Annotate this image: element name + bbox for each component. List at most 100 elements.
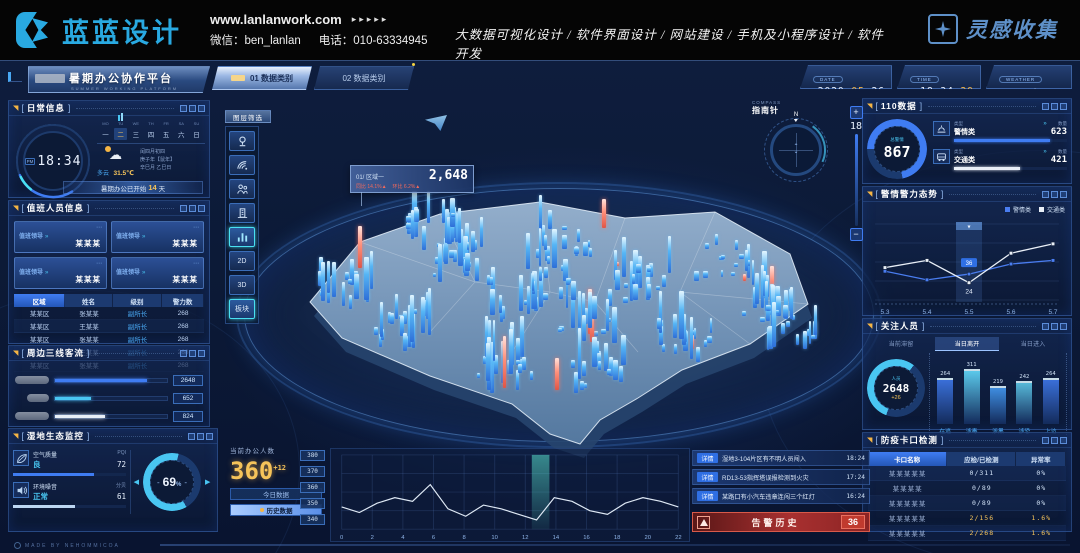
map-bar (526, 233, 530, 268)
panel-expand-icon[interactable] (1060, 437, 1067, 444)
layer-button-板块[interactable]: 板块 (229, 299, 255, 319)
svg-text:22: 22 (675, 535, 682, 541)
alert-detail-button[interactable]: 详情 (697, 472, 718, 482)
map-bar (438, 244, 441, 282)
column-header[interactable]: 姓名 (65, 294, 113, 307)
y-tick: 380 (300, 450, 325, 461)
column-header[interactable]: 级别 (113, 294, 162, 307)
panel-passenger-flow: ◥[ 周边三线客流 ] 2648652824 (8, 345, 210, 427)
checkpoint-row: 某某某某某2/2681.6% (868, 526, 1066, 541)
map-bar (552, 229, 557, 268)
alert-detail-button[interactable]: 详情 (697, 491, 718, 501)
focus-tab[interactable]: 当前滞留 (869, 337, 933, 351)
panel-minimize-icon[interactable] (180, 350, 187, 357)
layer-button-2D[interactable]: 2D (229, 251, 255, 271)
chevron-icon: » (1043, 121, 1046, 137)
compass-dial[interactable]: N ⌃⌄ (764, 118, 828, 182)
collect-label: 灵感收集 (966, 14, 1058, 44)
map-bar (580, 381, 584, 390)
alert-row[interactable]: 详情RD13-53指挥塔误报检测到火灾17:24 (692, 469, 870, 485)
duty-leader-card[interactable]: 值班领导»⋯某某某 (14, 221, 107, 253)
inspiration-collect[interactable]: 灵感收集 (928, 14, 1058, 44)
layer-button-building[interactable] (229, 203, 255, 223)
panel-expand-icon[interactable] (1060, 323, 1067, 330)
panel-popout-icon[interactable] (1051, 437, 1058, 444)
map-bar (582, 315, 585, 341)
layer-button-signal[interactable] (229, 155, 255, 175)
map-bar (433, 273, 436, 277)
map-bar (558, 328, 562, 333)
panel-eco-monitor: ◥[ 湿地生态监控 ] 空气质量PQI良72环境噪音分贝正常61 ◀ - 69%… (8, 428, 218, 532)
website-link[interactable]: www.lanlanwork.com (210, 12, 342, 27)
gauge-value: 867 (883, 143, 910, 161)
map-bar (690, 317, 693, 359)
gauge-left-arrow-icon[interactable]: ◀ (134, 478, 139, 486)
gauge-right-arrow-icon[interactable]: ▶ (205, 478, 210, 486)
focus-tab[interactable]: 当日离开 (935, 337, 999, 351)
panel-minimize-icon[interactable] (1042, 103, 1049, 110)
map-bar (539, 195, 542, 230)
zoom-slider[interactable] (855, 134, 858, 226)
map-bar (703, 271, 708, 278)
data-category-tab[interactable]: 02 数据类别 (314, 66, 414, 90)
map-bar (332, 262, 336, 296)
map-marker-icon[interactable] (425, 115, 447, 131)
duty-leader-card[interactable]: 值班领导»⋯某某某 (14, 257, 107, 289)
panel-popout-icon[interactable] (197, 433, 204, 440)
alert-row[interactable]: 详情某路口有小汽车违章连闯三个红灯16:24 (692, 488, 870, 504)
layer-button-people[interactable] (229, 179, 255, 199)
type-name: 警情类 (954, 127, 1039, 137)
zoom-out-button[interactable]: − (850, 228, 863, 241)
panel-popout-icon[interactable] (189, 105, 196, 112)
layer-button-camera[interactable] (229, 131, 255, 151)
column-header[interactable]: 警力数 (162, 294, 204, 307)
legend-label: 警情类 (1013, 205, 1031, 214)
alert-row[interactable]: 详情湿地3-104片区有不明人员闯入18:24 (692, 450, 870, 466)
focus-bar-item: 311涉毒 (964, 362, 980, 435)
panel-minimize-icon[interactable] (1042, 437, 1049, 444)
panel-minimize-icon[interactable] (188, 433, 195, 440)
column-header[interactable]: 卡口名称 (868, 452, 947, 466)
focus-tab[interactable]: 当日进入 (1001, 337, 1065, 351)
bar-value: 264 (940, 371, 950, 377)
alert-history-banner[interactable]: 告警历史 36 (692, 512, 870, 532)
panel-expand-icon[interactable] (1060, 103, 1067, 110)
map-bar (490, 289, 495, 315)
duty-leader-card[interactable]: 值班领导»⋯某某某 (111, 257, 204, 289)
map-bar (766, 305, 770, 312)
eco-value: 72 (117, 460, 126, 469)
map-bar (735, 240, 738, 250)
map-bar (606, 299, 609, 331)
svg-text:24: 24 (965, 289, 973, 296)
panel-expand-icon[interactable] (198, 205, 205, 212)
panel-minimize-icon[interactable] (180, 205, 187, 212)
column-header[interactable]: 异常率 (1016, 452, 1066, 466)
panel-expand-icon[interactable] (198, 350, 205, 357)
data-category-tab[interactable]: 01 数据类别 (212, 66, 312, 90)
progress-bar (954, 167, 1067, 170)
layer-button-chart[interactable] (229, 227, 255, 247)
panel-expand-icon[interactable] (1060, 191, 1067, 198)
panel-minimize-icon[interactable] (180, 105, 187, 112)
panel-expand-icon[interactable] (198, 105, 205, 112)
layer-button-3D[interactable]: 3D (229, 275, 255, 295)
panel-minimize-icon[interactable] (1042, 323, 1049, 330)
weather-widget: WEATHER 多云 ☁ (986, 65, 1072, 89)
map-bar (442, 199, 445, 222)
panel-title: 湿地生态监控 (27, 430, 84, 442)
panel-popout-icon[interactable] (1051, 191, 1058, 198)
panel-popout-icon[interactable] (1051, 103, 1058, 110)
duty-leader-card[interactable]: 值班领导»⋯某某某 (111, 221, 204, 253)
column-header[interactable]: 应检/已检测 (947, 452, 1016, 466)
warning-icon (697, 516, 710, 529)
panel-popout-icon[interactable] (1051, 323, 1058, 330)
alert-detail-button[interactable]: 详情 (697, 453, 718, 463)
chevron-icon: » (1043, 149, 1046, 165)
zoom-in-button[interactable]: + (850, 106, 863, 119)
column-header[interactable]: 区域 (14, 294, 65, 307)
panel-expand-icon[interactable] (206, 433, 213, 440)
panel-popout-icon[interactable] (189, 205, 196, 212)
panel-popout-icon[interactable] (189, 350, 196, 357)
panel-minimize-icon[interactable] (1042, 191, 1049, 198)
map-bar (656, 286, 660, 290)
